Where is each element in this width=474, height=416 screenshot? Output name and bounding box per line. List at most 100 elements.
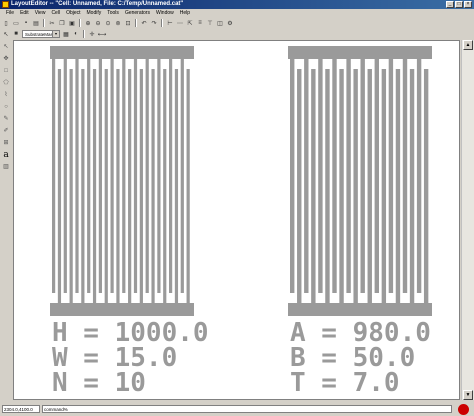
layout-canvas[interactable]: H = 1000.0 W = 15.0 N = 10 A = 980.0 B =… <box>13 40 460 400</box>
separator <box>161 19 163 27</box>
text-tool-icon[interactable]: a <box>2 150 11 160</box>
layer-color-icon: ■ <box>14 31 18 37</box>
finger <box>169 59 173 293</box>
cell-ref-icon[interactable]: ⊞ <box>2 138 11 147</box>
menu-view[interactable]: View <box>32 9 49 17</box>
grid-icon[interactable]: ⋯ <box>176 19 184 27</box>
pen-tool-icon[interactable]: ✐ <box>2 126 11 135</box>
zoom-fit-icon[interactable]: ⊙ <box>104 19 112 27</box>
finger <box>174 69 179 303</box>
undo-icon[interactable]: ↶ <box>140 19 148 27</box>
zoom-select-icon[interactable]: ⊚ <box>114 19 122 27</box>
menu-edit[interactable]: Edit <box>17 9 32 17</box>
edit-tool-icon[interactable]: ✎ <box>2 114 11 123</box>
path-tool-icon[interactable]: ⌇ <box>2 90 11 99</box>
move-tool-icon[interactable]: ✥ <box>2 54 11 63</box>
close-button[interactable]: × <box>464 1 472 8</box>
layer-select[interactable]: SubstrateMask ▾ <box>22 30 60 38</box>
finger <box>157 59 161 293</box>
menu-tools[interactable]: Tools <box>104 9 122 17</box>
layer-visible-icon[interactable]: ◐ <box>72 30 80 38</box>
finger <box>395 69 401 303</box>
select-tool-icon[interactable]: ↖ <box>2 42 11 51</box>
menu-file[interactable]: File <box>3 9 17 17</box>
polygon-tool-icon[interactable]: ⬠ <box>2 78 11 87</box>
redo-icon[interactable]: ↷ <box>150 19 158 27</box>
finger <box>332 59 337 293</box>
menu-help[interactable]: Help <box>177 9 193 17</box>
right-bottom-bar <box>288 303 432 316</box>
snap-icon[interactable]: ✛ <box>88 30 96 38</box>
layers-icon[interactable]: ≡ <box>196 19 204 27</box>
cell-icon[interactable]: ◫ <box>216 19 224 27</box>
finger <box>186 69 190 303</box>
finger <box>87 59 91 293</box>
layer-properties-icon[interactable]: ▦ <box>62 30 70 38</box>
finger <box>128 69 132 303</box>
chevron-down-icon: ▾ <box>52 31 59 37</box>
zoom-out-icon[interactable]: ⊖ <box>94 19 102 27</box>
drawing-toolbar: ↖ ✥ □ ⬠ ⌇ ○ ✎ ✐ ⊞ a ▥ <box>0 40 12 402</box>
menu-window[interactable]: Window <box>153 9 177 17</box>
finger <box>339 69 344 303</box>
window-title: LayoutEditor -- "Cell: Unnamed, File: C:… <box>11 1 184 7</box>
scroll-up-icon[interactable]: ▲ <box>463 40 473 50</box>
left-top-bar <box>50 46 194 59</box>
command-input[interactable]: command% <box>42 405 452 413</box>
finger <box>116 69 120 303</box>
finger <box>52 59 56 293</box>
menu-object[interactable]: Object <box>63 9 83 17</box>
stop-icon[interactable] <box>458 404 469 415</box>
title-bar: LayoutEditor -- "Cell: Unnamed, File: C:… <box>0 0 474 9</box>
macro-icon[interactable]: ⚙ <box>226 19 234 27</box>
maximize-button[interactable]: □ <box>455 1 463 8</box>
zoom-box-icon[interactable]: ⊡ <box>124 19 132 27</box>
finger <box>110 59 114 293</box>
array-tool-icon[interactable]: ▥ <box>2 162 11 171</box>
select-icon[interactable]: ⇱ <box>186 19 194 27</box>
scroll-down-icon[interactable]: ▼ <box>463 390 473 400</box>
finger <box>122 59 126 293</box>
paste-icon[interactable]: ▣ <box>68 19 76 27</box>
hierarchy-icon[interactable]: ⊤ <box>206 19 214 27</box>
zoom-in-icon[interactable]: ⊕ <box>84 19 92 27</box>
layer-select-value: SubstrateMask <box>25 32 56 37</box>
finger <box>374 59 379 293</box>
print-icon[interactable]: ▤ <box>32 19 40 27</box>
new-file-icon[interactable]: ▯ <box>2 19 10 27</box>
layout-drawing: H = 1000.0 W = 15.0 N = 10 A = 980.0 B =… <box>50 46 432 398</box>
main-toolbar: ▯ ▭ ▪ ▤ ✂ ❐ ▣ ⊕ ⊖ ⊙ ⊚ ⊡ ↶ ↷ ⊢ ⋯ ⇱ ≡ ⊤ ◫ … <box>0 18 474 28</box>
param-t-label: T = 7.0 <box>290 368 400 398</box>
left-bottom-bar <box>50 303 194 316</box>
cut-icon[interactable]: ✂ <box>48 19 56 27</box>
finger <box>290 59 295 293</box>
box-tool-icon[interactable]: □ <box>2 66 11 75</box>
left-fingers <box>52 59 190 303</box>
finger <box>325 69 330 303</box>
menu-generators[interactable]: Generators <box>122 9 153 17</box>
layer-toolbar: ↖ ■ SubstrateMask ▾ ▦ ◐ ✛ ⟷ <box>0 29 474 39</box>
minimize-button[interactable]: _ <box>446 1 454 8</box>
vertical-scrollbar[interactable]: ▲ ▼ <box>461 40 474 400</box>
finger <box>409 69 415 303</box>
meander-structure-right <box>288 46 432 316</box>
circle-tool-icon[interactable]: ○ <box>2 102 11 111</box>
menu-modify[interactable]: Modify <box>84 9 105 17</box>
finger <box>346 59 351 293</box>
finger <box>151 69 155 303</box>
finger <box>133 59 138 293</box>
finger <box>304 59 309 293</box>
separator <box>135 19 137 27</box>
finger <box>297 69 302 303</box>
app-icon <box>2 1 9 8</box>
right-fingers <box>290 59 429 303</box>
measure-icon[interactable]: ⟷ <box>98 30 107 38</box>
finger <box>75 59 79 293</box>
save-icon[interactable]: ▪ <box>22 19 30 27</box>
ruler-icon[interactable]: ⊢ <box>166 19 174 27</box>
menu-cell[interactable]: Cell <box>48 9 63 17</box>
copy-icon[interactable]: ❐ <box>58 19 66 27</box>
pointer-icon[interactable]: ↖ <box>2 30 10 38</box>
open-folder-icon[interactable]: ▭ <box>12 19 20 27</box>
finger <box>139 69 143 303</box>
